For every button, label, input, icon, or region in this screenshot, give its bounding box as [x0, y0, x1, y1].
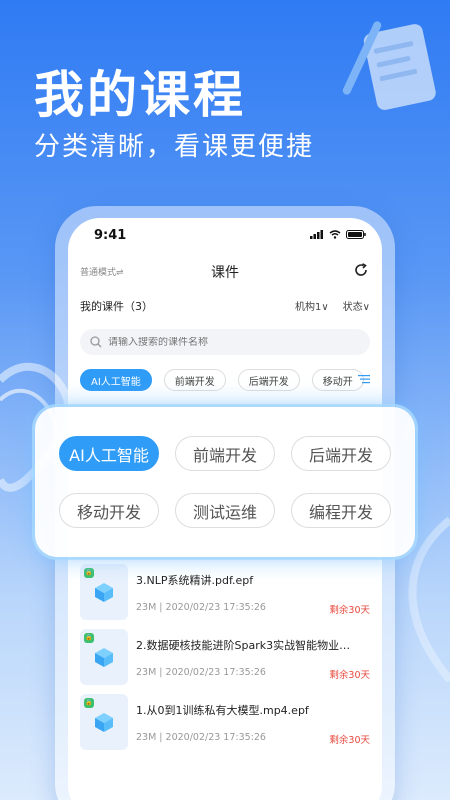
cube-icon [95, 713, 113, 732]
lock-icon: 🔒 [84, 698, 94, 708]
hero-subtitle: 分类清晰，看课更便捷 [34, 132, 315, 162]
course-title: 3.NLP系统精讲.pdf.epf [136, 574, 254, 587]
category-popup: AI人工智能 前端开发 后端开发 移动开发 测试运维 编程开发 [35, 407, 415, 557]
search-icon [90, 336, 102, 348]
lock-icon: 🔒 [84, 633, 94, 643]
status-time: 9:41 [94, 228, 127, 243]
category-chip-ai[interactable]: AI人工智能 [59, 436, 159, 471]
filter-list-icon[interactable] [358, 374, 370, 384]
course-title: 2.数据硬核技能进阶Spark3实战智能物业… [136, 639, 351, 652]
battery-icon [346, 230, 366, 239]
refresh-icon[interactable] [354, 263, 368, 277]
category-grid: AI人工智能 前端开发 后端开发 移动开发 测试运维 编程开发 [59, 436, 391, 528]
search-bar[interactable] [80, 329, 370, 355]
list-item[interactable]: 🔒 3.NLP系统精讲.pdf.epf 23M | 2020/02/23 17:… [80, 564, 370, 628]
nav-bar: 普通模式⇌ 课件 [68, 260, 382, 284]
course-list: 🔒 3.NLP系统精讲.pdf.epf 23M | 2020/02/23 17:… [80, 564, 370, 759]
course-title: 1.从0到1训练私有大模型.mp4.epf [136, 704, 309, 717]
hero-title: 我的课程 [34, 66, 246, 124]
category-chip-programming[interactable]: 编程开发 [291, 493, 391, 528]
category-chip-backend[interactable]: 后端开发 [291, 436, 391, 471]
course-meta: 23M | 2020/02/23 17:35:26 [136, 602, 266, 613]
course-remaining: 剩余30天 [329, 605, 370, 616]
wifi-icon [329, 230, 341, 239]
course-remaining: 剩余30天 [329, 735, 370, 746]
org-filter-dropdown[interactable]: 机构1∨ [295, 298, 329, 313]
list-item[interactable]: 🔒 2.数据硬核技能进阶Spark3实战智能物业… 23M | 2020/02/… [80, 629, 370, 693]
category-chip-frontend[interactable]: 前端开发 [175, 436, 275, 471]
filter-row: 我的课件（3） 机构1∨ 状态∨ [80, 296, 370, 316]
cube-icon [95, 648, 113, 667]
lock-icon: 🔒 [84, 568, 94, 578]
courseware-count: 我的课件（3） [80, 300, 153, 313]
status-filter-dropdown[interactable]: 状态∨ [343, 298, 370, 313]
course-remaining: 剩余30天 [329, 670, 370, 681]
cube-icon [95, 583, 113, 602]
category-tab-mobile[interactable]: 移动开 [311, 369, 364, 391]
category-tabs: AI人工智能 前端开发 后端开发 移动开 [80, 369, 370, 391]
course-thumbnail: 🔒 [80, 694, 128, 750]
document-illustration-icon [342, 21, 436, 110]
category-chip-testops[interactable]: 测试运维 [175, 493, 275, 528]
course-thumbnail: 🔒 [80, 629, 128, 685]
page-title: 课件 [211, 265, 239, 281]
list-item[interactable]: 🔒 1.从0到1训练私有大模型.mp4.epf 23M | 2020/02/23… [80, 694, 370, 758]
signal-icon [310, 230, 323, 239]
status-icons [310, 230, 366, 239]
course-meta: 23M | 2020/02/23 17:35:26 [136, 732, 266, 743]
category-tab-ai[interactable]: AI人工智能 [80, 369, 152, 391]
filter-group: 机构1∨ 状态∨ [295, 298, 370, 313]
category-tab-frontend[interactable]: 前端开发 [163, 369, 226, 391]
status-bar: 9:41 [68, 228, 382, 248]
course-thumbnail: 🔒 [80, 564, 128, 620]
search-input[interactable] [108, 336, 328, 348]
course-meta: 23M | 2020/02/23 17:35:26 [136, 667, 266, 678]
category-chip-mobile[interactable]: 移动开发 [59, 493, 159, 528]
category-tab-backend[interactable]: 后端开发 [237, 369, 300, 391]
